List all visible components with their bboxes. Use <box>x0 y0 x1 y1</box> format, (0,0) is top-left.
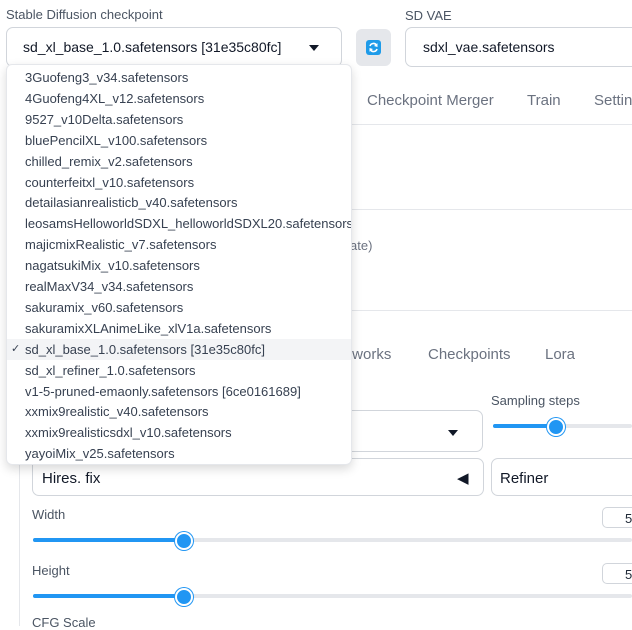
dropdown-option-label: xxmix9realisticsdxl_v10.safetensors <box>25 425 232 441</box>
height-input[interactable]: 5 <box>602 563 632 584</box>
tab-train[interactable]: Train <box>527 92 561 109</box>
vae-select[interactable]: sdxl_vae.safetensors <box>405 27 632 67</box>
dropdown-option-label: 9527_v10Delta.safetensors <box>25 111 184 127</box>
sampling-steps-label: Sampling steps <box>491 393 580 408</box>
dropdown-option-label: chilled_remix_v2.safetensors <box>25 153 193 169</box>
checkpoint-select[interactable]: sd_xl_base_1.0.safetensors [31e35c80fc] <box>6 27 342 67</box>
dropdown-option[interactable]: majicmixRealistic_v7.safetensors <box>7 234 351 255</box>
dropdown-option-label: xxmix9realistic_v40.safetensors <box>25 404 209 420</box>
refiner-label: Refiner <box>500 470 549 487</box>
dropdown-option[interactable]: yayoiMix_v25.safetensors <box>7 443 351 464</box>
dropdown-option-label: bluePencilXL_v100.safetensors <box>25 132 208 148</box>
dropdown-option-label: v1-5-pruned-emaonly.safetensors [6ce0161… <box>25 383 301 399</box>
dropdown-option[interactable]: 4Guofeng4XL_v12.safetensors <box>7 88 351 109</box>
dropdown-option[interactable]: detailasianrealisticb_v40.safetensors <box>7 192 351 213</box>
width-track[interactable] <box>33 538 632 542</box>
tab-settings[interactable]: Settin <box>594 92 632 109</box>
dropdown-option[interactable]: ✓ sd_xl_base_1.0.safetensors [31e35c80fc] <box>7 338 351 360</box>
sampling-steps-thumb[interactable] <box>547 418 565 436</box>
dropdown-option-label: sd_xl_refiner_1.0.safetensors <box>25 362 196 378</box>
checkpoint-label: Stable Diffusion checkpoint <box>6 7 163 22</box>
height-fill <box>33 594 183 598</box>
check-icon: ✓ <box>11 342 21 355</box>
cfg-label: CFG Scale <box>32 615 96 630</box>
dropdown-option[interactable]: nagatsukiMix_v10.safetensors <box>7 255 351 276</box>
dropdown-option[interactable]: 9527_v10Delta.safetensors <box>7 109 351 130</box>
chevron-down-icon <box>309 45 319 51</box>
width-fill <box>33 538 183 542</box>
width-thumb[interactable] <box>175 532 193 550</box>
dropdown-option-label: yayoiMix_v25.safetensors <box>25 446 175 462</box>
section-divider <box>350 310 632 311</box>
dropdown-option[interactable]: v1-5-pruned-emaonly.safetensors [6ce0161… <box>7 381 351 402</box>
hires-fix-label: Hires. fix <box>42 470 101 487</box>
tab-networks[interactable]: tworks <box>348 346 391 363</box>
tab-lora[interactable]: Lora <box>545 346 575 363</box>
dropdown-option[interactable]: realMaxV34_v34.safetensors <box>7 276 351 297</box>
dropdown-option-label: leosamsHelloworldSDXL_helloworldSDXL20.s… <box>25 216 352 232</box>
dropdown-option-label: 4Guofeng4XL_v12.safetensors <box>25 90 205 106</box>
dropdown-option-label: nagatsukiMix_v10.safetensors <box>25 258 200 274</box>
tab-divider <box>350 124 632 125</box>
height-thumb[interactable] <box>175 588 193 606</box>
dropdown-option[interactable]: xxmix9realisticsdxl_v10.safetensors <box>7 422 351 443</box>
partial-text: ate) <box>350 238 373 253</box>
width-input[interactable]: 5 <box>602 507 632 528</box>
width-label: Width <box>32 507 66 522</box>
dropdown-option-label: majicmixRealistic_v7.safetensors <box>25 237 217 253</box>
sampling-steps-fill <box>493 424 555 428</box>
refresh-icon <box>366 40 381 55</box>
dropdown-option-label: sakuramix_v60.safetensors <box>25 299 184 315</box>
tab-checkpoint-merger[interactable]: Checkpoint Merger <box>367 92 494 109</box>
dropdown-option[interactable]: sakuramixXLAnimeLike_xlV1a.safetensors <box>7 318 351 339</box>
dropdown-option[interactable]: bluePencilXL_v100.safetensors <box>7 130 351 151</box>
collapse-arrow-icon: ◀ <box>457 470 469 487</box>
dropdown-option-label: 3Guofeng3_v34.safetensors <box>25 70 189 85</box>
dropdown-option[interactable]: leosamsHelloworldSDXL_helloworldSDXL20.s… <box>7 213 351 234</box>
height-label: Height <box>32 563 70 578</box>
vae-label: SD VAE <box>405 8 452 23</box>
refresh-button[interactable] <box>356 29 391 66</box>
dropdown-option-label: realMaxV34_v34.safetensors <box>25 279 194 294</box>
dropdown-option-label: detailasianrealisticb_v40.safetensors <box>25 195 238 211</box>
dropdown-option-label: sd_xl_base_1.0.safetensors [31e35c80fc] <box>25 341 265 357</box>
chevron-down-icon <box>448 430 458 436</box>
dropdown-option[interactable]: chilled_remix_v2.safetensors <box>7 151 351 172</box>
prompt-area[interactable] <box>350 140 632 210</box>
dropdown-option-label: counterfeitxl_v10.safetensors <box>25 174 195 190</box>
dropdown-option[interactable]: xxmix9realistic_v40.safetensors <box>7 401 351 422</box>
checkpoint-dropdown-list[interactable]: 3Guofeng3_v34.safetensors 4Guofeng4XL_v12… <box>6 64 352 465</box>
dropdown-option[interactable]: sakuramix_v60.safetensors <box>7 297 351 318</box>
vae-value: sdxl_vae.safetensors <box>423 39 555 55</box>
dropdown-option[interactable]: counterfeitxl_v10.safetensors <box>7 172 351 193</box>
tab-checkpoints[interactable]: Checkpoints <box>428 346 511 363</box>
dropdown-option[interactable]: 3Guofeng3_v34.safetensors <box>7 67 351 88</box>
dropdown-option-label: sakuramixXLAnimeLike_xlV1a.safetensors <box>25 320 272 336</box>
refiner-accordion[interactable]: Refiner <box>491 458 632 496</box>
height-track[interactable] <box>33 594 632 598</box>
checkpoint-value: sd_xl_base_1.0.safetensors [31e35c80fc] <box>23 39 282 55</box>
dropdown-option[interactable]: sd_xl_refiner_1.0.safetensors <box>7 360 351 381</box>
